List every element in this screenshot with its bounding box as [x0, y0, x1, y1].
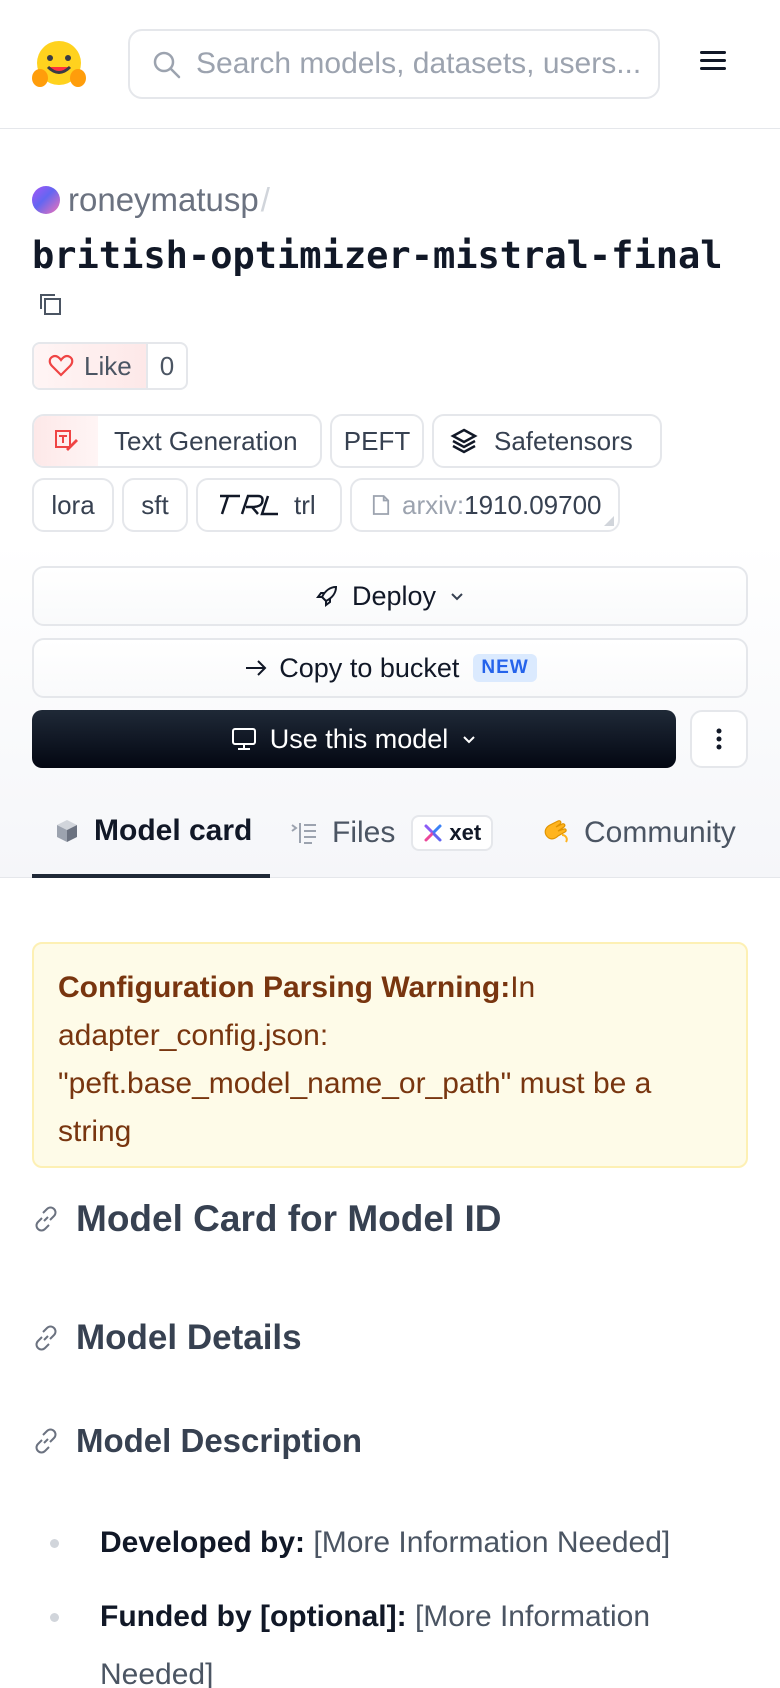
owner-separator: / [260, 181, 270, 218]
tag-lora[interactable]: lora [32, 478, 114, 532]
monitor-icon [231, 728, 256, 750]
model-title[interactable]: british-optimizer-mistral-final [32, 234, 723, 277]
tag-label: Text Generation [114, 425, 298, 456]
arrow-right-icon [246, 660, 267, 676]
more-options-button[interactable] [690, 710, 748, 768]
like-button[interactable]: Like 0 [32, 342, 189, 390]
item-value: [More Information Needed] [313, 1526, 671, 1559]
copy-to-bucket-button[interactable]: Copy to bucket NEW [32, 638, 748, 698]
arxiv-prefix: arxiv: [402, 489, 465, 520]
clapping-hands-icon [544, 820, 568, 843]
rocket-icon [315, 585, 337, 607]
tag-peft[interactable]: PEFT [330, 414, 424, 468]
vertical-dots-icon [716, 728, 722, 750]
deploy-label: Deploy [351, 580, 437, 611]
list-item: Developed by: [More Information Needed] [32, 1514, 748, 1572]
tag-trl[interactable]: trl [196, 478, 342, 532]
hamburger-icon [700, 51, 726, 70]
trl-logo-icon [220, 494, 278, 516]
tab-model-card[interactable]: Model card [32, 788, 270, 878]
heading-model-card: Model Card for Model ID [32, 1198, 502, 1240]
arxiv-id: 1910.09700 [464, 489, 602, 520]
tag-label: trl [294, 489, 316, 520]
list-item: Funded by [optional]: [More Information … [32, 1588, 748, 1688]
tab-label: Files [332, 816, 396, 849]
heading-text: Model Details [76, 1318, 302, 1357]
xet-icon [424, 824, 442, 842]
owner-row: roneymatusp / [32, 180, 270, 220]
heading-model-description: Model Description [32, 1422, 362, 1460]
tab-files[interactable]: Files xet [290, 788, 494, 878]
link-icon[interactable] [32, 1205, 60, 1233]
cube-icon [57, 820, 77, 842]
chevron-down-icon [451, 593, 463, 601]
like-main[interactable]: Like [34, 344, 148, 388]
warning-title: Configuration Parsing Warning: [58, 971, 511, 1004]
heading-text: Model Description [76, 1422, 363, 1459]
chevron-down-icon [463, 736, 475, 744]
paper-icon [372, 495, 390, 515]
xet-badge: xet [411, 815, 494, 851]
repo-tabs: Model card Files xet Community [0, 788, 780, 878]
owner-link[interactable]: roneymatusp [68, 181, 259, 219]
tag-label: PEFT [343, 425, 411, 456]
copy-to-bucket-label: Copy to bucket [279, 652, 460, 683]
tag-sft[interactable]: sft [122, 478, 188, 532]
like-count[interactable]: 0 [148, 351, 186, 382]
top-nav [0, 0, 780, 129]
heading-model-details: Model Details [32, 1318, 302, 1358]
heading-text: Model Card for Model ID [76, 1198, 502, 1239]
tag-label: lora [51, 489, 95, 520]
item-key: Developed by: [100, 1526, 306, 1559]
tab-community[interactable]: Community [540, 788, 736, 878]
copy-icon[interactable] [36, 290, 64, 318]
search-input[interactable] [196, 41, 646, 87]
use-this-model-button[interactable]: Use this model [32, 710, 676, 768]
xet-label: xet [449, 820, 482, 845]
tag-label: Safetensors [494, 425, 633, 456]
like-label: Like [84, 350, 132, 381]
deploy-button[interactable]: Deploy [32, 566, 748, 626]
menu-button[interactable] [696, 44, 730, 78]
tag-arxiv[interactable]: arxiv: 1910.09700 [350, 478, 620, 532]
heart-icon [48, 354, 74, 377]
tag-safetensors[interactable]: Safetensors [432, 414, 662, 468]
tab-label: Model card [94, 814, 253, 847]
avatar[interactable] [32, 186, 60, 214]
files-list-icon [291, 823, 316, 844]
model-description-list: Developed by: [More Information Needed] … [32, 1514, 748, 1688]
link-icon[interactable] [32, 1324, 60, 1352]
tab-label: Community [584, 816, 736, 849]
tag-label: sft [141, 489, 169, 520]
new-badge: NEW [473, 654, 537, 682]
repo-header: roneymatusp / british-optimizer-mistral-… [0, 130, 780, 878]
use-this-model-label: Use this model [269, 723, 449, 754]
tag-text-generation[interactable]: Text Generation [32, 414, 322, 468]
corner-indicator-icon [604, 516, 614, 526]
hugging-face-logo[interactable] [30, 36, 88, 94]
item-key: Funded by [optional]: [100, 1600, 407, 1633]
config-warning-banner: Configuration Parsing Warning:In adapter… [32, 942, 748, 1168]
link-icon[interactable] [32, 1427, 60, 1455]
search-icon [152, 50, 182, 80]
safetensors-icon [450, 428, 478, 454]
search-box[interactable] [128, 29, 660, 99]
text-generation-icon [34, 416, 98, 466]
